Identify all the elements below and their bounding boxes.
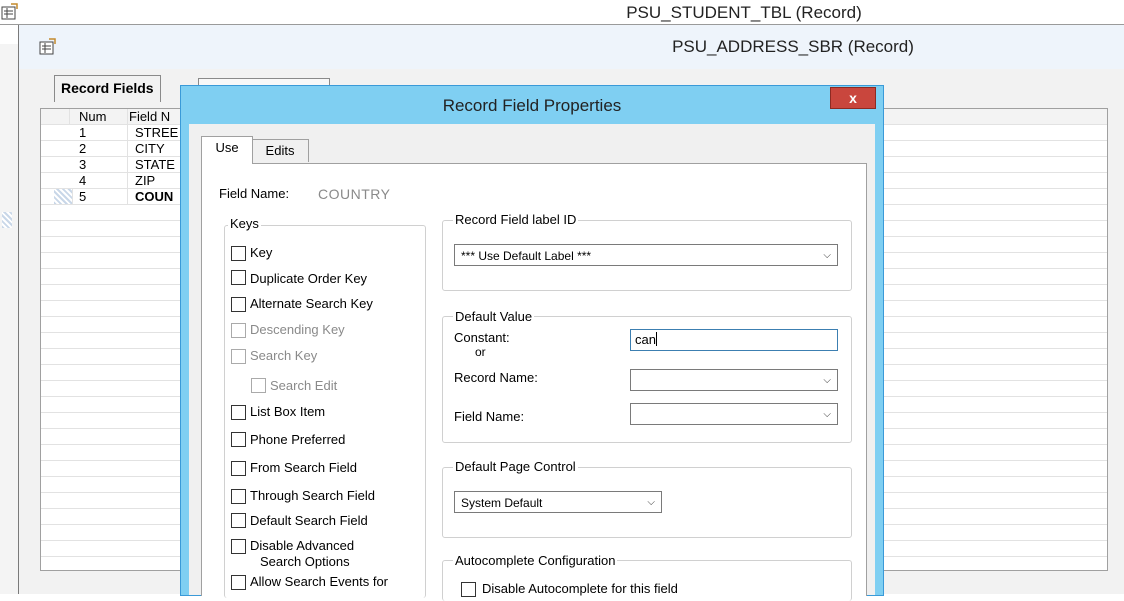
alternate-search-key-label: Alternate Search Key [250, 296, 373, 311]
record-name-select[interactable]: ⌵ [630, 369, 838, 391]
inner-window-titlebar[interactable]: PSU_ADDRESS_SBR (Record) [19, 25, 1124, 69]
gutter-marker [2, 212, 12, 228]
from-search-field-label: From Search Field [250, 460, 357, 475]
chevron-down-icon: ⌵ [823, 409, 831, 420]
left-gutter [0, 44, 19, 594]
disable-advanced-label-2: Search Options [260, 554, 350, 569]
tab-record-fields[interactable]: Record Fields [54, 75, 161, 102]
chevron-down-icon: ⌵ [823, 375, 831, 386]
constant-input[interactable]: can [630, 329, 838, 351]
list-box-item-checkbox[interactable] [231, 405, 246, 420]
label-id-selected: *** Use Default Label *** [461, 249, 592, 263]
allow-search-events-checkbox[interactable] [231, 575, 246, 590]
list-box-item-label: List Box Item [250, 404, 326, 419]
tab-use-label: Use [215, 140, 239, 155]
duplicate-order-key-label: Duplicate Order Key [250, 271, 368, 286]
label-id-group-title: Record Field label ID [453, 212, 579, 227]
page-control-select[interactable]: System Default ⌵ [454, 491, 662, 513]
tab-use[interactable]: Use [201, 136, 253, 164]
default-value-group-title: Default Value [453, 309, 535, 324]
key-label: Key [250, 245, 273, 260]
constant-input-value: can [635, 332, 656, 347]
text-cursor [655, 332, 657, 346]
page-control-selected: System Default [461, 496, 543, 510]
outer-window-titlebar[interactable]: PSU_STUDENT_TBL (Record) [0, 0, 1124, 25]
alternate-search-key-checkbox[interactable] [231, 297, 246, 312]
row-num: 2 [79, 141, 128, 156]
field-name-value: COUNTRY [318, 186, 391, 202]
use-tab-panel: Field Name: COUNTRY Keys Key Duplicate O… [201, 163, 867, 601]
chevron-down-icon: ⌵ [647, 497, 655, 508]
label-id-select[interactable]: *** Use Default Label *** ⌵ [454, 244, 838, 266]
close-button[interactable]: x [830, 87, 876, 109]
tab-edits[interactable]: Edits [251, 139, 309, 162]
default-field-name-select[interactable]: ⌵ [630, 403, 838, 425]
row-num: 1 [79, 125, 128, 140]
dialog-titlebar[interactable]: Record Field Properties x [181, 86, 883, 124]
default-search-field-checkbox[interactable] [231, 513, 246, 528]
grid-row-selector-header [41, 109, 70, 124]
disable-advanced-label-1: Disable Advanced [250, 538, 355, 553]
or-label: or [475, 345, 486, 359]
dialog-title: Record Field Properties [442, 96, 622, 115]
page-control-group-title: Default Page Control [453, 459, 578, 474]
search-edit-label: Search Edit [270, 378, 338, 393]
default-search-field-label: Default Search Field [250, 513, 368, 528]
tab-edits-label: Edits [265, 143, 295, 158]
phone-preferred-label: Phone Preferred [250, 432, 346, 447]
through-search-field-label: Through Search Field [250, 488, 376, 503]
key-checkbox[interactable] [231, 246, 246, 261]
disable-advanced-search-checkbox[interactable] [231, 539, 246, 554]
descending-key-checkbox[interactable] [231, 323, 246, 338]
field-name-label: Field Name: [219, 186, 290, 201]
tab-record-fields-label: Record Fields [61, 80, 154, 96]
phone-preferred-checkbox[interactable] [231, 432, 246, 447]
row-num: 4 [79, 173, 128, 188]
record-name-label: Record Name: [454, 370, 538, 385]
default-field-name-label: Field Name: [454, 409, 525, 424]
through-search-field-checkbox[interactable] [231, 489, 246, 504]
from-search-field-checkbox[interactable] [231, 461, 246, 476]
autocomplete-group-title: Autocomplete Configuration [453, 553, 618, 568]
keys-group-title: Keys [228, 216, 261, 231]
search-edit-checkbox[interactable] [251, 378, 266, 393]
row-num: 3 [79, 157, 128, 172]
inner-window-title: PSU_ADDRESS_SBR (Record) [672, 37, 914, 56]
disable-autocomplete-checkbox[interactable] [461, 582, 476, 597]
chevron-down-icon: ⌵ [823, 250, 831, 261]
search-key-label: Search Key [250, 348, 318, 363]
record-field-properties-dialog: Record Field Properties x Use Edits Fiel… [180, 85, 884, 601]
duplicate-order-key-checkbox[interactable] [231, 270, 246, 285]
descending-key-label: Descending Key [250, 322, 345, 337]
dialog-body: Use Edits Field Name: COUNTRY Keys Key D… [189, 124, 875, 601]
outer-window-title: PSU_STUDENT_TBL (Record) [626, 3, 862, 22]
row-selector-indicator [54, 189, 73, 204]
allow-search-events-label: Allow Search Events for [250, 574, 389, 589]
grid-header-num[interactable]: Num [79, 109, 128, 124]
search-key-checkbox[interactable] [231, 349, 246, 364]
constant-label: Constant: [454, 330, 510, 345]
row-num: 5 [79, 189, 128, 204]
